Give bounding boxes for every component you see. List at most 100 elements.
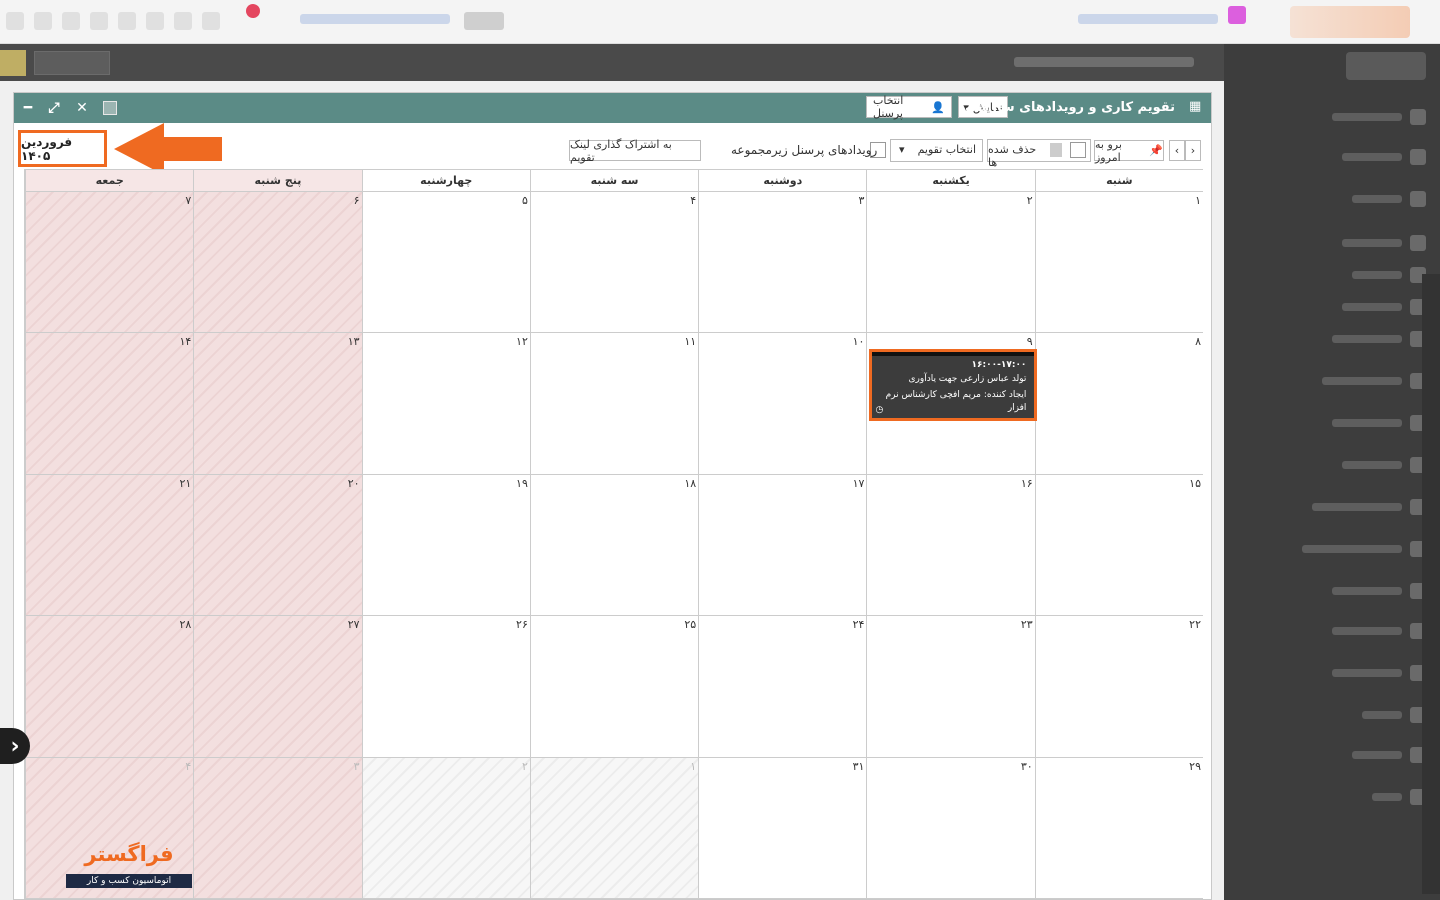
day-cell[interactable]: ۳۱	[698, 757, 866, 899]
day-cell[interactable]: ۹ ۱۶:۰۰-۱۷:۰۰ تولد عباس زارعی جهت یادآور…	[866, 333, 1038, 474]
day-number: ۶	[353, 194, 360, 207]
user-icon[interactable]	[34, 12, 52, 30]
day-cell[interactable]: ۱۷	[698, 474, 866, 616]
day-cell[interactable]: ۲	[866, 192, 1034, 333]
sidebar-item[interactable]	[1332, 623, 1426, 639]
today-button[interactable]: برو به امروز 📌	[1094, 137, 1164, 164]
day-cell[interactable]: ۱۸	[529, 474, 698, 616]
day-cell[interactable]: ۲۳	[866, 616, 1034, 757]
day-cell[interactable]: ۱۲	[361, 333, 530, 474]
day-cell[interactable]: ۲۸	[25, 616, 194, 757]
help-icon[interactable]	[146, 12, 164, 30]
sidebar-item[interactable]	[1342, 299, 1426, 315]
sidebar-item[interactable]	[1332, 331, 1426, 347]
day-cell-next-month[interactable]: ۳	[193, 757, 362, 899]
top-bar-badge	[464, 12, 504, 30]
sidebar-item[interactable]	[1352, 747, 1426, 763]
day-number: ۹	[1026, 335, 1033, 349]
day-cell-next-month[interactable]: ۲	[361, 757, 530, 899]
day-cell[interactable]: ۲۵	[529, 616, 698, 757]
day-cell[interactable]: ۶	[193, 192, 362, 333]
mail-icon[interactable]	[202, 12, 220, 30]
sidebar-item[interactable]	[1362, 707, 1426, 723]
sidebar-item[interactable]	[1352, 267, 1426, 283]
home-icon[interactable]	[90, 12, 108, 30]
close-icon: ✕	[76, 100, 88, 116]
day-number: ۳۰	[1020, 759, 1033, 773]
sidebar-item[interactable]	[1342, 457, 1426, 473]
sidebar-item[interactable]	[1332, 583, 1426, 599]
chevron-right-icon: ›	[10, 733, 20, 759]
select-calendar-dropdown[interactable]: ▾ انتخاب تقویم	[890, 139, 983, 162]
day-number: ۲۴	[852, 618, 865, 632]
day-cell[interactable]: ۲۲	[1034, 616, 1203, 757]
week-row: ۲۲ ۲۳ ۲۴ ۲۵ ۲۶ ۲۷ ۲۸	[25, 616, 1203, 758]
notification-icon[interactable]	[246, 4, 260, 18]
day-cell[interactable]: ۲۰	[193, 474, 362, 616]
sidebar-item[interactable]	[1332, 415, 1426, 431]
day-cell[interactable]: ۲۱	[25, 474, 194, 616]
shortcut-icon[interactable]	[0, 50, 26, 76]
back-icon[interactable]	[6, 12, 24, 30]
sidebar-item[interactable]	[1302, 541, 1426, 557]
day-cell[interactable]: ۲۷	[193, 616, 362, 757]
window-minimize-button[interactable]: ━	[18, 98, 38, 118]
brand-watermark: فراگستر اتوماسیون کسب و کار	[64, 842, 194, 890]
window-restore-button[interactable]	[100, 98, 120, 118]
next-month-button[interactable]: ‹	[1169, 140, 1185, 161]
day-cell[interactable]: ۲۴	[698, 616, 866, 757]
chevron-left-icon: ‹	[1174, 144, 1180, 157]
sidebar-item[interactable]	[1342, 235, 1426, 251]
day-cell-next-month[interactable]: ۱	[529, 757, 699, 899]
deleted-checkbox[interactable]	[1070, 142, 1086, 158]
day-cell[interactable]: ۲۹	[1034, 757, 1203, 899]
day-cell[interactable]: ۱۱	[529, 333, 698, 474]
sidebar-item[interactable]	[1322, 373, 1426, 389]
day-cell[interactable]: ۱۶	[866, 474, 1034, 616]
day-cell[interactable]: ۷	[25, 192, 194, 333]
share-link-button[interactable]: به اشتراک گذاری لینک تقویم	[569, 138, 701, 164]
sub-personnel-label: رویدادهای پرسنل زیرمجموعه	[731, 143, 878, 157]
day-cell[interactable]: ۴	[529, 192, 698, 333]
pin-icon: 📌	[1149, 144, 1163, 157]
app-switch-icon[interactable]	[1228, 6, 1246, 24]
day-number: ۱۷	[852, 476, 865, 490]
sidebar-scrollbar[interactable]	[1422, 274, 1440, 894]
prev-month-button[interactable]: ›	[1185, 140, 1201, 161]
select-personnel-button[interactable]: انتخاب پرسنل 👤	[866, 94, 952, 120]
day-cell[interactable]: ۱۵	[1034, 474, 1203, 616]
settings-icon[interactable]	[118, 12, 136, 30]
calendar-event[interactable]: ۱۶:۰۰-۱۷:۰۰ تولد عباس زارعی جهت یادآوری …	[869, 349, 1038, 422]
quick-search-input[interactable]	[34, 51, 110, 75]
sidebar-item[interactable]	[1312, 499, 1426, 515]
day-cell[interactable]: ۱۹	[361, 474, 530, 616]
refresh-icon[interactable]	[62, 12, 80, 30]
weekday-header: یکشنبه	[866, 170, 1034, 191]
sidebar-item[interactable]	[1352, 191, 1426, 207]
event-time: ۱۶:۰۰-۱۷:۰۰	[971, 360, 1027, 371]
day-cell[interactable]: ۱۳	[193, 333, 362, 474]
day-number: ۲۳	[1020, 618, 1033, 632]
menu-icon	[1410, 109, 1426, 125]
sidebar-item[interactable]	[1332, 665, 1426, 681]
day-cell[interactable]: ۱۰	[698, 333, 866, 474]
calendar-body: ۱ ۲ ۳ ۴ ۵ ۶ ۷ ۸ ۹ ۱۶:۰۰-۱۷:۰۰ تولد عباس …	[25, 192, 1203, 900]
window-maximize-button[interactable]: ⤢	[44, 98, 64, 118]
day-cell[interactable]: ۸	[1034, 333, 1203, 474]
day-cell[interactable]: ۳	[698, 192, 866, 333]
window-close-button[interactable]: ✕	[72, 98, 92, 118]
sidebar-item[interactable]	[1342, 149, 1426, 165]
sidebar-item[interactable]	[1332, 109, 1426, 125]
day-number: ۲	[521, 759, 528, 773]
today-label: برو به امروز	[1095, 137, 1122, 164]
day-cell[interactable]: ۳۰	[866, 757, 1034, 899]
day-number: ۳۱	[852, 759, 865, 773]
day-cell[interactable]: ۱	[1034, 192, 1203, 333]
weekday-header: سه شنبه	[529, 170, 698, 191]
day-cell[interactable]: ۵	[361, 192, 530, 333]
day-number: ۷	[185, 194, 192, 207]
lock-icon[interactable]	[174, 12, 192, 30]
sidebar-item[interactable]	[1372, 789, 1426, 805]
day-cell[interactable]: ۲۶	[361, 616, 530, 757]
day-cell[interactable]: ۱۴	[25, 333, 194, 474]
